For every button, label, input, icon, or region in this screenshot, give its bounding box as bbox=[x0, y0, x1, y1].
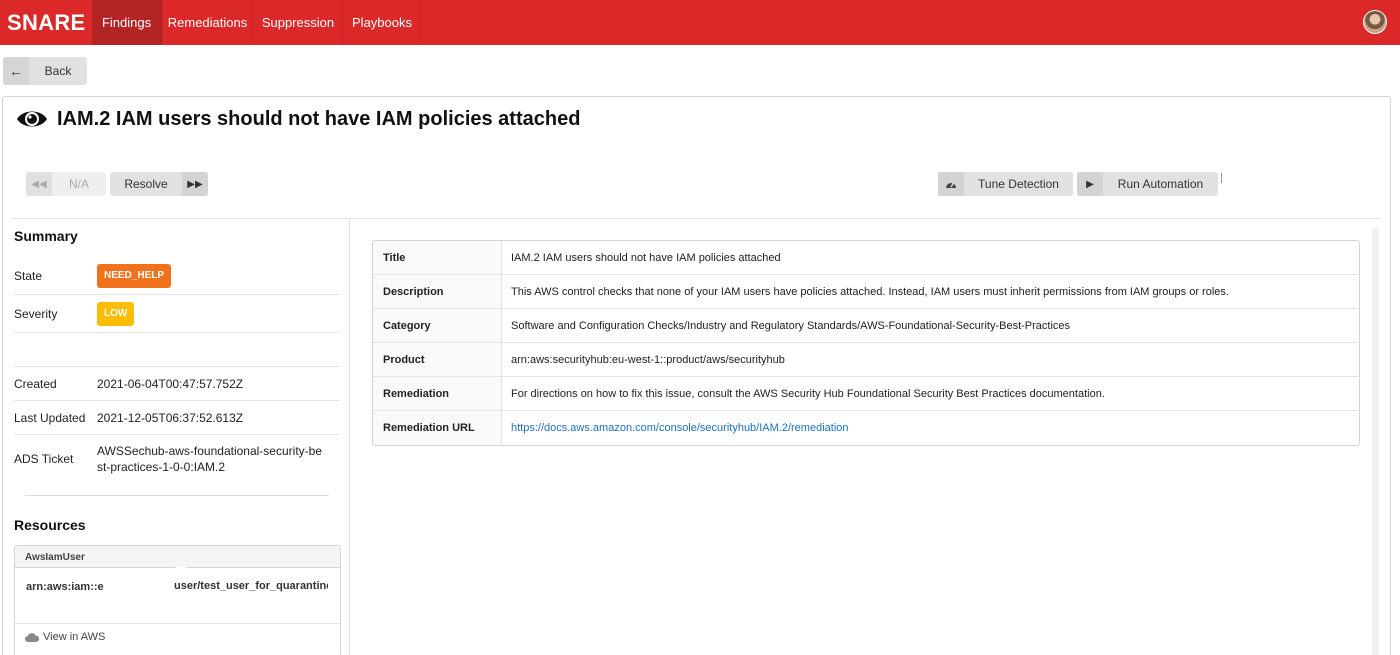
horizontal-divider bbox=[13, 218, 1379, 219]
resource-card: AwsIamUser arn:aws:iam::e user/test_user… bbox=[14, 545, 341, 655]
created-value: 2021-06-04T00:47:57.752Z bbox=[97, 376, 244, 391]
nav-remediations[interactable]: Remediations bbox=[162, 0, 254, 45]
toolbar-separator bbox=[1221, 173, 1222, 183]
table-row: Remediation URL https://docs.aws.amazon.… bbox=[373, 411, 1359, 445]
ads-ticket-value: AWSSechub-aws-foundational-security-best… bbox=[97, 444, 322, 474]
resources-heading: Resources bbox=[14, 517, 86, 533]
row-label: Category bbox=[373, 309, 502, 342]
state-row: State NEED_HELP bbox=[14, 257, 339, 295]
resource-type: AwsIamUser bbox=[15, 546, 340, 568]
na-button-label: N/A bbox=[68, 177, 89, 191]
state-badge: NEED_HELP bbox=[97, 263, 172, 288]
row-value: Software and Configuration Checks/Indust… bbox=[511, 319, 1071, 332]
row-label: Product bbox=[373, 343, 502, 376]
row-label: Remediation URL bbox=[373, 411, 502, 445]
dashboard-icon bbox=[938, 172, 964, 196]
last-updated-row: Last Updated 2021-12-05T06:37:52.613Z bbox=[14, 401, 339, 435]
resolve-button-label: Resolve bbox=[124, 177, 168, 191]
brand-logo[interactable]: SNARE bbox=[0, 0, 92, 45]
run-automation-button[interactable]: ▶ Run Automation bbox=[1077, 172, 1218, 196]
finding-panel: IAM.2 IAM users should not have IAM poli… bbox=[2, 96, 1391, 655]
view-in-aws-link[interactable]: View in AWS bbox=[15, 624, 340, 650]
table-row: Title IAM.2 IAM users should not have IA… bbox=[373, 241, 1359, 275]
row-value: For directions on how to fix this issue,… bbox=[511, 387, 1105, 400]
page-title: IAM.2 IAM users should not have IAM poli… bbox=[57, 107, 581, 130]
back-button[interactable]: ← Back bbox=[3, 57, 87, 85]
resolve-button[interactable]: Resolve ▶▶ bbox=[110, 172, 208, 196]
resource-notch bbox=[175, 567, 187, 573]
last-updated-label: Last Updated bbox=[14, 410, 86, 425]
table-row: Remediation For directions on how to fix… bbox=[373, 377, 1359, 411]
user-avatar[interactable] bbox=[1363, 10, 1387, 34]
last-updated-value: 2021-12-05T06:37:52.613Z bbox=[97, 410, 244, 425]
resource-arn: arn:aws:iam::e bbox=[26, 581, 104, 593]
state-label: State bbox=[14, 268, 43, 283]
resource-body: arn:aws:iam::e user/test_user_for_quaran… bbox=[15, 567, 340, 624]
table-row: Description This AWS control checks that… bbox=[373, 275, 1359, 309]
table-row: Category Software and Configuration Chec… bbox=[373, 309, 1359, 343]
ads-ticket-row: ADS Ticket AWSSechub-aws-foundational-se… bbox=[14, 435, 339, 483]
row-value: This AWS control checks that none of you… bbox=[511, 285, 1229, 298]
nav-playbooks[interactable]: Playbooks bbox=[343, 0, 422, 45]
tune-detection-button[interactable]: Tune Detection bbox=[938, 172, 1073, 196]
fast-forward-icon: ▶▶ bbox=[182, 172, 208, 196]
title-row: IAM.2 IAM users should not have IAM poli… bbox=[15, 107, 580, 131]
scrollbar[interactable] bbox=[1372, 228, 1379, 655]
row-label: Description bbox=[373, 275, 502, 308]
arrow-left-icon: ← bbox=[3, 57, 29, 85]
resource-user: user/test_user_for_quarantine bbox=[174, 580, 328, 592]
row-value: IAM.2 IAM users should not have IAM poli… bbox=[511, 251, 781, 264]
blank-row bbox=[14, 333, 339, 367]
details-table: Title IAM.2 IAM users should not have IA… bbox=[372, 240, 1360, 446]
eye-icon bbox=[17, 111, 47, 127]
nav-suppression[interactable]: Suppression bbox=[254, 0, 343, 45]
na-button[interactable]: ◀◀ N/A bbox=[26, 172, 106, 196]
row-label: Title bbox=[373, 241, 502, 274]
created-row: Created 2021-06-04T00:47:57.752Z bbox=[14, 367, 339, 401]
remediation-url-link[interactable]: https://docs.aws.amazon.com/console/secu… bbox=[511, 422, 849, 434]
fast-backward-icon: ◀◀ bbox=[26, 172, 52, 196]
severity-label: Severity bbox=[14, 306, 58, 321]
run-automation-label: Run Automation bbox=[1117, 177, 1204, 191]
tune-detection-label: Tune Detection bbox=[978, 177, 1059, 191]
severity-row: Severity LOW bbox=[14, 295, 339, 333]
view-in-aws-label: View in AWS bbox=[43, 631, 106, 643]
row-label: Remediation bbox=[373, 377, 502, 410]
vertical-divider bbox=[349, 218, 350, 655]
top-nav: SNARE Findings Remediations Suppression … bbox=[0, 0, 1400, 45]
play-icon: ▶ bbox=[1077, 172, 1103, 196]
table-row: Product arn:aws:securityhub:eu-west-1::p… bbox=[373, 343, 1359, 377]
back-button-label: Back bbox=[44, 64, 72, 78]
summary-divider bbox=[25, 495, 329, 496]
severity-badge: LOW bbox=[97, 301, 135, 326]
ads-ticket-label: ADS Ticket bbox=[14, 452, 74, 466]
nav-findings[interactable]: Findings bbox=[92, 0, 162, 45]
row-value: arn:aws:securityhub:eu-west-1::product/a… bbox=[511, 353, 785, 366]
cloud-icon bbox=[25, 632, 39, 642]
summary-heading: Summary bbox=[14, 228, 78, 244]
created-label: Created bbox=[14, 376, 57, 391]
